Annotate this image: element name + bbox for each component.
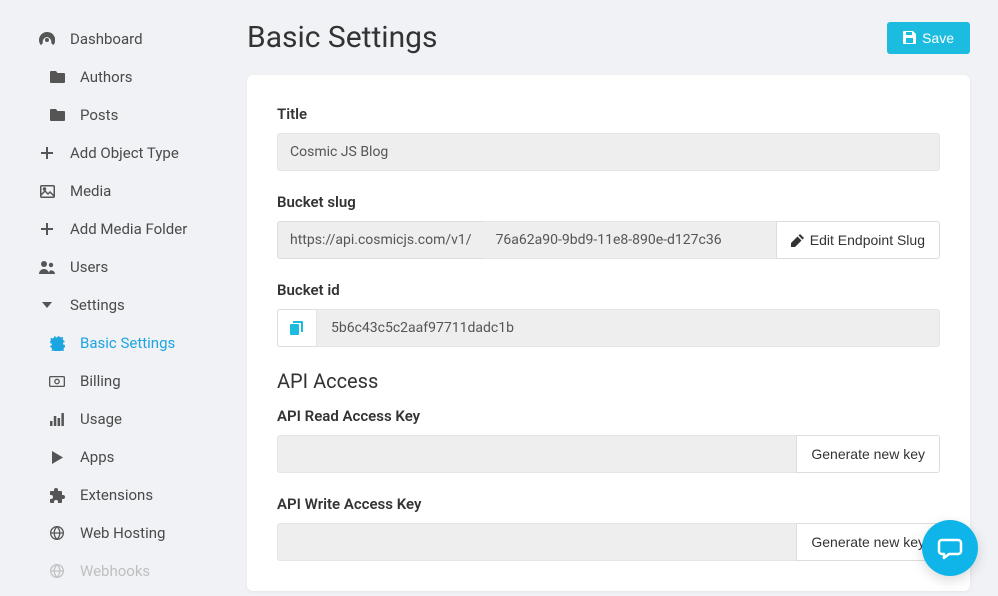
sidebar-item-dashboard[interactable]: Dashboard	[0, 20, 225, 58]
write-key-group: API Write Access Key Generate new key	[277, 495, 940, 561]
sidebar-item-add-object-type[interactable]: Add Object Type	[0, 134, 225, 172]
api-access-heading: API Access	[277, 369, 940, 393]
sidebar-item-label: Add Object Type	[70, 144, 179, 162]
bar-chart-icon	[48, 413, 66, 426]
sidebar-item-settings[interactable]: Settings	[0, 286, 225, 324]
sidebar-item-label: Basic Settings	[80, 334, 175, 352]
sidebar-item-label: Add Media Folder	[70, 220, 187, 238]
sidebar: Dashboard Authors Posts Add Object Type	[0, 0, 225, 596]
edit-slug-label: Edit Endpoint Slug	[810, 232, 925, 248]
sidebar-item-label: Usage	[80, 410, 122, 428]
read-key-input[interactable]	[277, 435, 796, 473]
play-icon	[48, 451, 66, 464]
sidebar-item-label: Web Hosting	[80, 524, 165, 542]
money-icon	[48, 376, 66, 387]
sidebar-item-webhooks[interactable]: Webhooks	[0, 552, 225, 590]
globe-icon	[48, 564, 66, 578]
sidebar-item-label: Billing	[80, 372, 121, 390]
sidebar-item-label: Media	[70, 182, 111, 200]
sidebar-item-label: Posts	[80, 106, 118, 124]
bucket-slug-label: Bucket slug	[277, 193, 940, 211]
read-key-group: API Read Access Key Generate new key	[277, 407, 940, 473]
edit-endpoint-slug-button[interactable]: Edit Endpoint Slug	[776, 221, 940, 259]
page-title: Basic Settings	[247, 20, 437, 55]
sidebar-item-extensions[interactable]: Extensions	[0, 476, 225, 514]
sidebar-item-label: Extensions	[80, 486, 153, 504]
sidebar-item-users[interactable]: Users	[0, 248, 225, 286]
sidebar-item-label: Apps	[80, 448, 114, 466]
chat-widget-button[interactable]	[922, 520, 978, 576]
sidebar-item-media[interactable]: Media	[0, 172, 225, 210]
sidebar-item-label: Settings	[70, 296, 125, 314]
dashboard-icon	[38, 32, 56, 46]
gear-icon	[48, 336, 66, 351]
sidebar-item-web-hosting[interactable]: Web Hosting	[0, 514, 225, 552]
sidebar-item-label: Authors	[80, 68, 133, 86]
sidebar-item-label: Webhooks	[80, 562, 150, 580]
bucket-id-label: Bucket id	[277, 281, 940, 299]
sidebar-item-posts[interactable]: Posts	[0, 96, 225, 134]
sidebar-item-label: Dashboard	[70, 30, 143, 48]
api-base-prefix: https://api.cosmicjs.com/v1/	[277, 221, 484, 259]
users-icon	[38, 261, 56, 274]
sidebar-item-label: Users	[70, 258, 108, 276]
sidebar-item-add-media-folder[interactable]: Add Media Folder	[0, 210, 225, 248]
write-key-input[interactable]	[277, 523, 796, 561]
save-icon	[903, 31, 916, 44]
image-icon	[38, 185, 56, 198]
save-button-label: Save	[922, 30, 954, 46]
edit-icon	[791, 234, 804, 247]
generate-write-key-button[interactable]: Generate new key	[796, 523, 940, 561]
main-content: Basic Settings Save Title Bucket slug ht…	[225, 0, 998, 596]
globe-icon	[48, 526, 66, 540]
sidebar-item-authors[interactable]: Authors	[0, 58, 225, 96]
title-field-group: Title	[277, 105, 940, 171]
slug-value: 76a62a90-9bd9-11e8-890e-d127c36	[484, 221, 776, 259]
save-button[interactable]: Save	[887, 22, 970, 54]
sidebar-item-billing[interactable]: Billing	[0, 362, 225, 400]
copy-button[interactable]	[277, 309, 316, 347]
chat-icon	[936, 534, 964, 562]
bucket-slug-group: Bucket slug https://api.cosmicjs.com/v1/…	[277, 193, 940, 259]
settings-card: Title Bucket slug https://api.cosmicjs.c…	[247, 75, 970, 591]
read-key-label: API Read Access Key	[277, 407, 940, 425]
plus-icon	[38, 147, 56, 159]
plus-icon	[38, 223, 56, 235]
title-input[interactable]	[277, 133, 940, 171]
generate-read-key-button[interactable]: Generate new key	[796, 435, 940, 473]
folder-icon	[48, 109, 66, 121]
title-label: Title	[277, 105, 940, 123]
bucket-id-group: Bucket id 5b6c43c5c2aaf97711dadc1b	[277, 281, 940, 347]
page-header: Basic Settings Save	[247, 20, 970, 55]
sidebar-item-usage[interactable]: Usage	[0, 400, 225, 438]
caret-down-icon	[38, 302, 56, 308]
folder-icon	[48, 71, 66, 83]
bucket-id-value: 5b6c43c5c2aaf97711dadc1b	[316, 309, 940, 347]
write-key-label: API Write Access Key	[277, 495, 940, 513]
sidebar-item-basic-settings[interactable]: Basic Settings	[0, 324, 225, 362]
puzzle-icon	[48, 488, 66, 503]
sidebar-item-apps[interactable]: Apps	[0, 438, 225, 476]
